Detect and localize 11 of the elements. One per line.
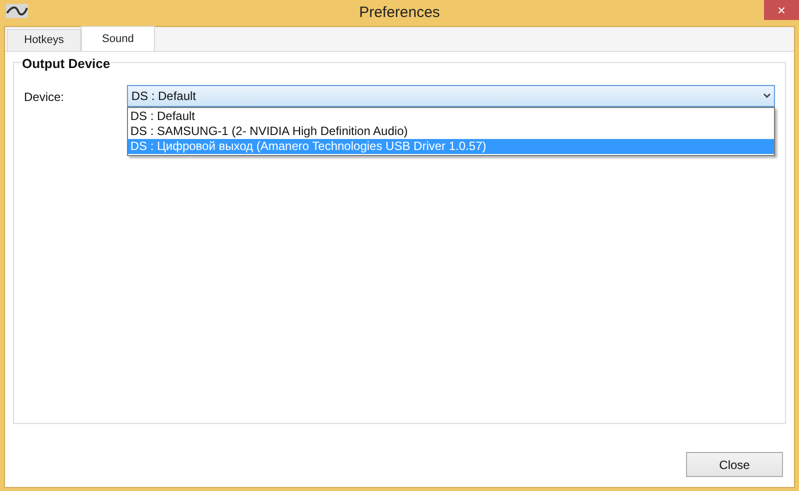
- app-icon: [6, 4, 28, 18]
- dropdown-option[interactable]: DS : Default: [128, 109, 774, 124]
- device-label: Device:: [24, 89, 66, 106]
- tab[interactable]: Hotkeys: [7, 29, 81, 51]
- chevron-down-icon: [763, 93, 771, 99]
- window-title: Preferences: [359, 2, 440, 23]
- close-dialog-button[interactable]: Close: [686, 452, 783, 477]
- dropdown-option[interactable]: DS : SAMSUNG-1 (2- NVIDIA High Definition Audio): [128, 124, 774, 139]
- device-dropdown[interactable]: DS : Default: [127, 85, 775, 107]
- close-button[interactable]: ×: [764, 0, 799, 20]
- tab[interactable]: Sound: [81, 26, 155, 51]
